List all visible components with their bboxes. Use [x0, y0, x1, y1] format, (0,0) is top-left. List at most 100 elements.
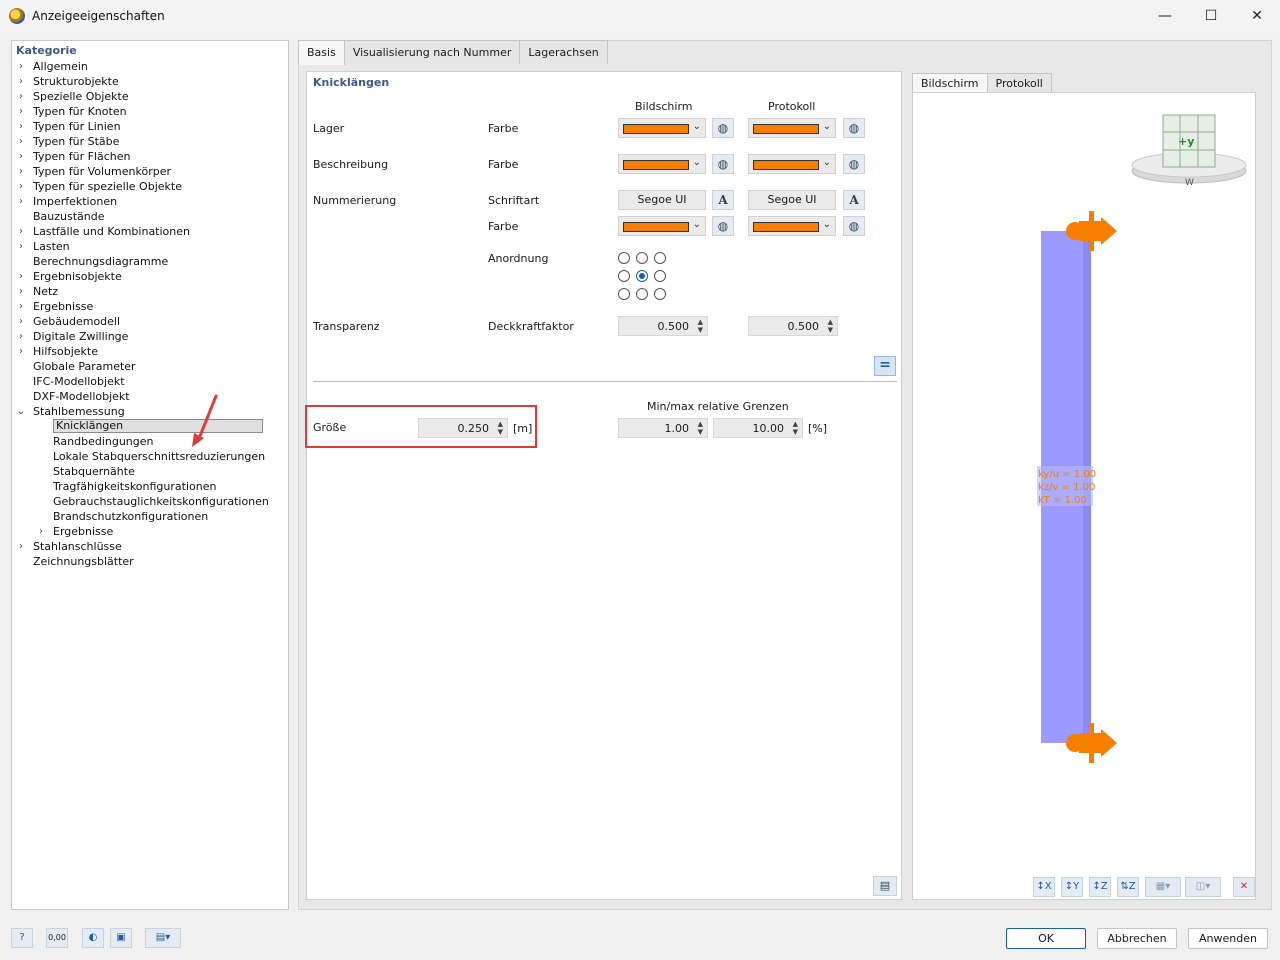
- font-button-screen[interactable]: Segoe UI: [618, 190, 706, 210]
- font-color-icon[interactable]: A: [712, 190, 734, 210]
- chevron-right-icon[interactable]: ›: [16, 314, 26, 329]
- palette-icon[interactable]: ◍: [712, 154, 734, 174]
- color-picker-nummerierung-protocol[interactable]: ⌄: [748, 216, 836, 236]
- tree-item[interactable]: › Gebäudemodell: [12, 314, 288, 329]
- maximize-button[interactable]: ☐: [1188, 0, 1234, 32]
- tree-item[interactable]: Tragfähigkeitskonfigurationen: [12, 479, 288, 494]
- anordnung-radio-tr[interactable]: [654, 252, 666, 264]
- spinner-arrows-icon[interactable]: ▲ ▼: [698, 318, 703, 334]
- opacity-spinner-screen[interactable]: 0.500 ▲ ▼: [618, 316, 708, 336]
- tree-item[interactable]: › Strukturobjekte: [12, 74, 288, 89]
- equalize-button[interactable]: =: [874, 356, 896, 376]
- chevron-right-icon[interactable]: ›: [16, 539, 26, 554]
- defaults-icon[interactable]: ▤: [873, 876, 897, 896]
- chevron-right-icon[interactable]: ›: [16, 59, 26, 74]
- tree-item[interactable]: Bauzustände: [12, 209, 288, 224]
- tree-item[interactable]: Stabquernähte: [12, 464, 288, 479]
- max-spinner[interactable]: 10.00 ▲ ▼: [713, 418, 803, 438]
- chevron-right-icon[interactable]: ›: [16, 179, 26, 194]
- ok-button[interactable]: OK: [1006, 928, 1086, 949]
- chevron-right-icon[interactable]: ›: [16, 74, 26, 89]
- tree-item[interactable]: › Digitale Zwillinge: [12, 329, 288, 344]
- tree-item[interactable]: Berechnungsdiagramme: [12, 254, 288, 269]
- cancel-button[interactable]: Abbrechen: [1097, 928, 1177, 949]
- chevron-right-icon[interactable]: ›: [16, 164, 26, 179]
- tree-item[interactable]: › Typen für Flächen: [12, 149, 288, 164]
- color-picker-beschreibung-protocol[interactable]: ⌄: [748, 154, 836, 174]
- tree-item[interactable]: › Typen für Linien: [12, 119, 288, 134]
- apply-button[interactable]: Anwenden: [1188, 928, 1268, 949]
- tree-item[interactable]: Lokale Stabquerschnittsreduzierungen: [12, 449, 288, 464]
- reset-view-icon[interactable]: ✕: [1233, 877, 1255, 897]
- tree-item[interactable]: › Typen für Volumenkörper: [12, 164, 288, 179]
- tab-basis[interactable]: Basis: [298, 40, 345, 65]
- anordnung-radio-mr[interactable]: [654, 270, 666, 282]
- tree-item[interactable]: › Spezielle Objekte: [12, 89, 288, 104]
- tree-item[interactable]: › Ergebnisse: [12, 524, 288, 539]
- color-picker-nummerierung-screen[interactable]: ⌄: [618, 216, 706, 236]
- color-picker-beschreibung-screen[interactable]: ⌄: [618, 154, 706, 174]
- spinner-arrows-icon[interactable]: ▲ ▼: [793, 420, 798, 436]
- chevron-down-icon[interactable]: ⌄: [16, 404, 26, 419]
- tree-item[interactable]: IFC-Modellobjekt: [12, 374, 288, 389]
- tree-item[interactable]: Gebrauchstauglichkeitskonfigurationen: [12, 494, 288, 509]
- tree-item[interactable]: Zeichnungsblätter: [12, 554, 288, 569]
- view-z-icon[interactable]: ↕Z: [1089, 877, 1111, 897]
- tree-item[interactable]: › Typen für Knoten: [12, 104, 288, 119]
- palette-icon[interactable]: ◍: [712, 216, 734, 236]
- chevron-right-icon[interactable]: ›: [16, 89, 26, 104]
- help-icon[interactable]: ?: [11, 928, 33, 948]
- spinner-arrows-icon[interactable]: ▲ ▼: [698, 420, 703, 436]
- render-mode-icon[interactable]: ▦▾: [1145, 877, 1181, 897]
- save-icon[interactable]: ▣: [110, 928, 132, 948]
- tree-item[interactable]: Globale Parameter: [12, 359, 288, 374]
- tree-item[interactable]: DXF-Modellobjekt: [12, 389, 288, 404]
- anordnung-radio-bc[interactable]: [636, 288, 648, 300]
- copy-menu-icon[interactable]: ▤▾: [145, 928, 181, 948]
- view-x-icon[interactable]: ↕X: [1033, 877, 1055, 897]
- tree-item[interactable]: › Typen für Stäbe: [12, 134, 288, 149]
- tree-item[interactable]: › Hilfsobjekte: [12, 344, 288, 359]
- chevron-right-icon[interactable]: ›: [16, 134, 26, 149]
- tab-bildschirm[interactable]: Bildschirm: [912, 73, 988, 93]
- tab-lagerachsen[interactable]: Lagerachsen: [519, 40, 608, 64]
- chevron-right-icon[interactable]: ›: [16, 299, 26, 314]
- view-iso-icon[interactable]: ◫▾: [1185, 877, 1221, 897]
- spinner-arrows-icon[interactable]: ▲ ▼: [828, 318, 833, 334]
- anordnung-radio-ml[interactable]: [618, 270, 630, 282]
- color-picker-lager-protocol[interactable]: ⌄: [748, 118, 836, 138]
- chevron-right-icon[interactable]: ›: [16, 329, 26, 344]
- chevron-right-icon[interactable]: ›: [16, 284, 26, 299]
- font-color-icon[interactable]: A: [843, 190, 865, 210]
- close-button[interactable]: ✕: [1234, 0, 1280, 32]
- chevron-right-icon[interactable]: ›: [36, 524, 46, 539]
- chevron-right-icon[interactable]: ›: [16, 104, 26, 119]
- tree-item[interactable]: › Allgemein: [12, 59, 288, 74]
- anordnung-radio-br[interactable]: [654, 288, 666, 300]
- tree-item[interactable]: › Imperfektionen: [12, 194, 288, 209]
- tree-item[interactable]: › Stahlanschlüsse: [12, 539, 288, 554]
- tree-item[interactable]: Brandschutzkonfigurationen: [12, 509, 288, 524]
- tab-visualisierung[interactable]: Visualisierung nach Nummer: [343, 40, 521, 64]
- tree-item[interactable]: Knicklängen: [12, 419, 288, 434]
- palette-icon[interactable]: ◍: [712, 118, 734, 138]
- chevron-right-icon[interactable]: ›: [16, 119, 26, 134]
- chevron-right-icon[interactable]: ›: [16, 269, 26, 284]
- opacity-spinner-protocol[interactable]: 0.500 ▲ ▼: [748, 316, 838, 336]
- view-neg-y-icon[interactable]: ↕Y: [1061, 877, 1083, 897]
- min-spinner[interactable]: 1.00 ▲ ▼: [618, 418, 708, 438]
- font-button-protocol[interactable]: Segoe UI: [748, 190, 836, 210]
- anordnung-radio-bl[interactable]: [618, 288, 630, 300]
- tree-item[interactable]: › Typen für spezielle Objekte: [12, 179, 288, 194]
- chevron-right-icon[interactable]: ›: [16, 224, 26, 239]
- anordnung-radio-tl[interactable]: [618, 252, 630, 264]
- palette-icon[interactable]: ◍: [843, 154, 865, 174]
- chevron-right-icon[interactable]: ›: [16, 344, 26, 359]
- display-icon[interactable]: ◐: [82, 928, 104, 948]
- tab-protokoll[interactable]: Protokoll: [986, 73, 1052, 93]
- tree-item[interactable]: › Netz: [12, 284, 288, 299]
- anordnung-radio-mc[interactable]: [636, 270, 648, 282]
- tree-item[interactable]: Randbedingungen: [12, 434, 288, 449]
- groesse-spinner[interactable]: 0.250 ▲ ▼: [418, 418, 508, 438]
- tree-item[interactable]: › Lastfälle und Kombinationen: [12, 224, 288, 239]
